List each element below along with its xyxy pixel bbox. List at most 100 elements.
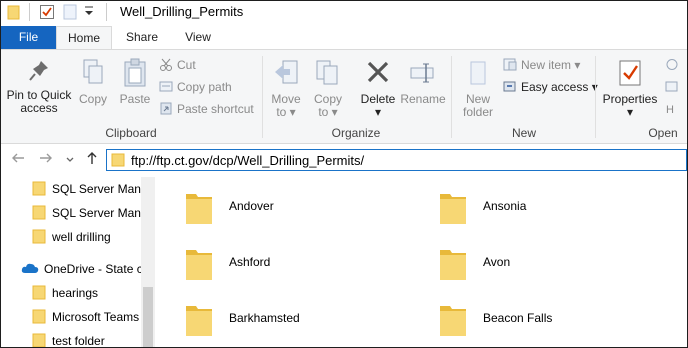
new-item-button[interactable]: New item ▾ [503, 58, 580, 72]
copy-label: Copy [78, 92, 107, 106]
pin-label-line2: access [20, 101, 58, 115]
nav-item[interactable]: hearings [1, 281, 141, 305]
properties-dropdown-icon: ▾ [626, 105, 634, 119]
new-folder-button[interactable]: New folder [457, 58, 499, 119]
back-arrow-icon[interactable] [11, 151, 25, 168]
new-item-icon [503, 58, 517, 71]
folder-name: Ansonia [483, 199, 527, 213]
onedrive-cloud-icon [21, 262, 39, 277]
separator [106, 3, 107, 21]
folder-icon [32, 332, 46, 347]
history-button[interactable]: H [665, 102, 683, 116]
delete-button[interactable]: Delete ▾ [357, 58, 399, 119]
easy-access-icon [503, 80, 517, 93]
copy-path-button[interactable]: Copy path [159, 80, 232, 94]
move-to-icon [275, 60, 298, 84]
history-icon: H [665, 102, 679, 116]
folder-name: Andover [229, 199, 274, 213]
ribbon-tabs: File Home Share View [1, 24, 687, 50]
scissors-icon [159, 58, 173, 71]
recent-locations-chevron-icon[interactable] [65, 153, 75, 168]
nav-item-onedrive[interactable]: OneDrive - State c [1, 257, 141, 281]
address-bar[interactable]: ftp://ftp.ct.gov/dcp/Well_Drilling_Permi… [106, 149, 687, 171]
nav-item[interactable]: test folder [1, 329, 141, 348]
new-folder-icon[interactable] [63, 4, 77, 23]
copy-to-label-line2: to ▾ [318, 105, 338, 119]
up-arrow-icon[interactable] [85, 151, 99, 168]
forward-arrow-icon[interactable] [39, 151, 53, 168]
folder-icon [32, 180, 46, 199]
nav-item[interactable]: Microsoft Teams [1, 305, 141, 329]
copy-to-button[interactable]: Copy to ▾ [309, 58, 347, 119]
pin-to-quick-access-button[interactable]: Pin to Quick access [3, 58, 75, 115]
folder-item[interactable]: Avon [438, 239, 658, 289]
new-item-label: New item [521, 58, 572, 72]
rename-button[interactable]: Rename [400, 58, 446, 106]
folder-icon [32, 204, 46, 223]
separator [29, 3, 30, 21]
nav-item-label: test folder [52, 334, 105, 348]
folder-name: Ashford [229, 255, 271, 269]
title-bar: Well_Drilling_Permits [1, 1, 687, 24]
paste-button[interactable]: Paste [115, 58, 155, 106]
paste-shortcut-label: Paste shortcut [177, 102, 254, 116]
paste-shortcut-button[interactable]: Paste shortcut [159, 102, 254, 116]
clipboard-group-label: Clipboard [105, 126, 157, 140]
navigation-pane: SQL Server Mana SQL Server Mana well dri… [1, 177, 156, 348]
nav-pane-scrollbar[interactable] [141, 177, 155, 347]
folder-item[interactable]: Andover [184, 183, 404, 233]
copy-icon [83, 59, 103, 84]
copy-path-icon [159, 80, 173, 93]
nav-item-label: SQL Server Mana [52, 182, 141, 196]
folder-icon [438, 190, 468, 229]
file-explorer-window: Well_Drilling_Permits File Home Share Vi… [0, 0, 688, 348]
pin-icon [29, 61, 48, 81]
delete-dropdown-icon: ▾ [374, 105, 382, 119]
folder-item[interactable]: Barkhamsted [184, 295, 404, 345]
move-to-button[interactable]: Move to ▾ [267, 58, 305, 119]
ribbon-separator [451, 56, 452, 138]
file-list: Andover Ansonia Ashford Avon Barkhamsted… [156, 177, 687, 347]
folder-item[interactable]: Beacon Falls [438, 295, 658, 345]
tab-view[interactable]: View [174, 26, 222, 49]
delete-x-icon [367, 61, 389, 83]
nav-item-label: Microsoft Teams [52, 310, 140, 324]
folder-icon [184, 190, 214, 229]
folder-icon [438, 302, 468, 341]
folder-icon [438, 246, 468, 285]
scrollbar-thumb[interactable] [143, 287, 153, 347]
nav-item-label: well drilling [52, 230, 111, 244]
window-title: Well_Drilling_Permits [120, 4, 244, 19]
new-folder-icon [470, 61, 486, 85]
address-path[interactable]: ftp://ftp.ct.gov/dcp/Well_Drilling_Permi… [131, 153, 364, 168]
nav-item[interactable]: SQL Server Mana [1, 201, 141, 225]
nav-item[interactable]: well drilling [1, 225, 141, 249]
rename-label: Rename [400, 92, 446, 106]
tab-home[interactable]: Home [56, 26, 112, 50]
folder-item[interactable]: Ansonia [438, 183, 658, 233]
open-button[interactable] [665, 58, 683, 72]
ribbon-separator [262, 56, 263, 138]
new-group-label: New [511, 126, 536, 140]
paste-shortcut-icon [159, 102, 173, 115]
tab-share[interactable]: Share [117, 26, 167, 49]
move-to-label-line2: to ▾ [276, 105, 296, 119]
svg-text:H: H [666, 104, 674, 115]
cut-button[interactable]: Cut [159, 58, 196, 72]
paste-icon [124, 58, 146, 87]
nav-item[interactable]: SQL Server Mana [1, 177, 141, 201]
edit-button[interactable] [665, 80, 683, 94]
nav-item-label: OneDrive - State c [44, 262, 141, 276]
tab-file[interactable]: File [1, 26, 56, 49]
easy-access-button[interactable]: Easy access ▾ [503, 80, 598, 94]
new-item-dropdown-icon: ▾ [574, 58, 581, 72]
properties-button[interactable]: Properties ▾ [601, 58, 659, 119]
copy-path-label: Copy path [177, 80, 232, 94]
folder-icon[interactable] [7, 4, 21, 23]
folder-item[interactable]: Ashford [184, 239, 404, 289]
properties-check-icon[interactable] [39, 4, 55, 23]
customize-dropdown-icon[interactable] [84, 5, 94, 20]
edit-icon [665, 80, 679, 93]
copy-button[interactable]: Copy [75, 58, 111, 106]
new-folder-label-line2: folder [462, 105, 494, 119]
